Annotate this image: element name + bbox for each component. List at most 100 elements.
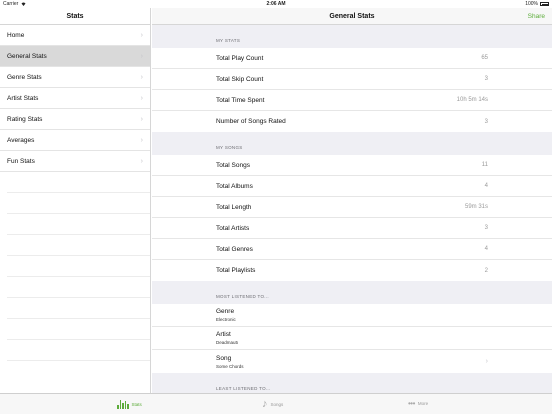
row-label: Total Time Spent [216, 96, 265, 104]
main-nav-bar: General Stats Share [152, 8, 552, 25]
row-label: Total Albums [216, 182, 253, 190]
my-songs-list: Total Songs 11 Total Albums 4 Total Leng… [152, 155, 552, 281]
row-value: 3 [484, 76, 488, 82]
table-row: Total Songs 11 [152, 155, 552, 176]
row-value: 11 [481, 162, 488, 168]
empty-row [7, 193, 150, 214]
tab-more[interactable]: ••• More [408, 399, 428, 408]
row-value: 2 [484, 267, 488, 274]
sidebar-item-artist-stats[interactable]: Artist Stats › [0, 88, 150, 109]
chevron-right-icon: › [140, 73, 143, 81]
row-value: 65 [481, 55, 488, 61]
list-item-subtitle: Some Chords [216, 363, 244, 369]
sidebar-item-averages[interactable]: Averages › [0, 130, 150, 151]
list-item-text: Genre Electronic [216, 308, 236, 322]
list-item-title: Genre [216, 308, 235, 315]
most-listened-list: Genre Electronic Artist Deadmau5 Song So… [152, 304, 552, 373]
sidebar-item-label: Artist Stats [7, 94, 39, 102]
main-panel: General Stats Share MY STATS Total Play … [152, 8, 552, 393]
list-item-text: Song Some Chords [216, 355, 244, 369]
tab-label: More [417, 401, 429, 406]
section-header-least-listened: LEAST LISTENED TO... [152, 373, 552, 393]
battery-percent: 100% [525, 1, 538, 7]
table-row: Total Artists 3 [152, 218, 552, 239]
empty-row [7, 319, 150, 340]
list-item-genre[interactable]: Genre Electronic [152, 304, 552, 327]
sidebar: Stats Home › General Stats › Genre Stats… [0, 8, 151, 393]
list-item-song[interactable]: Song Some Chords › [152, 350, 552, 373]
section-header-my-stats: MY STATS [152, 25, 552, 48]
table-row: Total Skip Count 3 [152, 69, 552, 90]
more-dots-icon: ••• [408, 399, 415, 408]
row-value: 3 [484, 225, 488, 231]
table-row: Total Length 59m 31s [152, 197, 552, 218]
sidebar-item-fun-stats[interactable]: Fun Stats › [0, 151, 150, 172]
tab-label: Songs [270, 401, 284, 407]
sidebar-item-rating-stats[interactable]: Rating Stats › [0, 109, 150, 130]
row-value: 4 [484, 246, 488, 252]
tab-label: Stats [131, 401, 142, 407]
table-row: Total Genres 4 [152, 239, 552, 260]
empty-row [7, 172, 150, 193]
sidebar-item-general-stats[interactable]: General Stats › [0, 46, 150, 67]
list-item-artist[interactable]: Artist Deadmau5 [152, 327, 552, 350]
table-row: Total Time Spent 10h 5m 14s [152, 90, 552, 111]
row-label: Total Length [216, 203, 252, 211]
row-value: 59m 31s [464, 204, 488, 210]
tab-bar: Stats ♪ Songs ••• More [0, 393, 552, 414]
table-row: Total Play Count 65 [152, 48, 552, 69]
chevron-right-icon: › [140, 157, 143, 165]
empty-row [7, 235, 150, 256]
row-value: 3 [484, 118, 488, 125]
row-label: Total Songs [216, 161, 250, 169]
sidebar-item-label: General Stats [7, 52, 47, 60]
battery-indicator: 100% [525, 1, 549, 7]
status-bar: Carrier 2:06 AM 100% [0, 0, 552, 8]
section-header-my-songs: MY SONGS [152, 132, 552, 155]
tab-songs[interactable]: ♪ Songs [262, 398, 284, 410]
empty-row [7, 277, 150, 298]
chevron-right-icon: › [140, 115, 143, 123]
table-row: Total Playlists 2 [152, 260, 552, 281]
empty-row [7, 214, 150, 235]
row-label: Total Skip Count [216, 75, 264, 83]
sidebar-item-label: Rating Stats [7, 115, 43, 123]
empty-row [7, 256, 150, 277]
table-row: Total Albums 4 [152, 176, 552, 197]
sidebar-item-label: Averages [7, 136, 35, 144]
share-button[interactable]: Share [528, 8, 545, 25]
empty-row [7, 298, 150, 319]
bar-chart-icon [117, 399, 129, 409]
section-header-most-listened: MOST LISTENED TO... [152, 281, 552, 304]
empty-row [7, 340, 150, 361]
chevron-right-icon: › [140, 136, 143, 144]
page-title: General Stats [329, 13, 375, 20]
sidebar-title: Stats [0, 8, 150, 25]
chevron-right-icon: › [485, 358, 488, 365]
list-item-title: Artist [216, 331, 231, 338]
list-item-subtitle: Electronic [216, 317, 236, 322]
row-label: Total Artists [216, 224, 250, 232]
status-time: 2:06 AM [266, 1, 286, 7]
row-label: Total Genres [216, 245, 253, 253]
list-item-text: Artist Deadmau5 [216, 331, 238, 345]
table-row: Number of Songs Rated 3 [152, 111, 552, 132]
row-label: Number of Songs Rated [216, 118, 286, 125]
my-stats-list: Total Play Count 65 Total Skip Count 3 T… [152, 48, 552, 132]
row-label: Total Play Count [216, 54, 264, 62]
tab-stats[interactable]: Stats [117, 399, 142, 409]
sidebar-item-home[interactable]: Home › [0, 25, 150, 46]
row-value: 4 [484, 183, 488, 189]
chevron-right-icon: › [140, 52, 143, 60]
row-value: 10h 5m 14s [456, 97, 488, 103]
sidebar-item-genre-stats[interactable]: Genre Stats › [0, 67, 150, 88]
chevron-right-icon: › [140, 31, 143, 39]
music-note-icon: ♪ [262, 398, 268, 410]
list-item-subtitle: Deadmau5 [216, 340, 239, 345]
sidebar-item-label: Fun Stats [7, 157, 35, 165]
sidebar-item-label: Genre Stats [7, 73, 42, 81]
battery-icon [540, 2, 549, 6]
sidebar-item-label: Home [7, 31, 25, 39]
chevron-right-icon: › [140, 94, 143, 102]
row-label: Total Playlists [216, 267, 256, 274]
